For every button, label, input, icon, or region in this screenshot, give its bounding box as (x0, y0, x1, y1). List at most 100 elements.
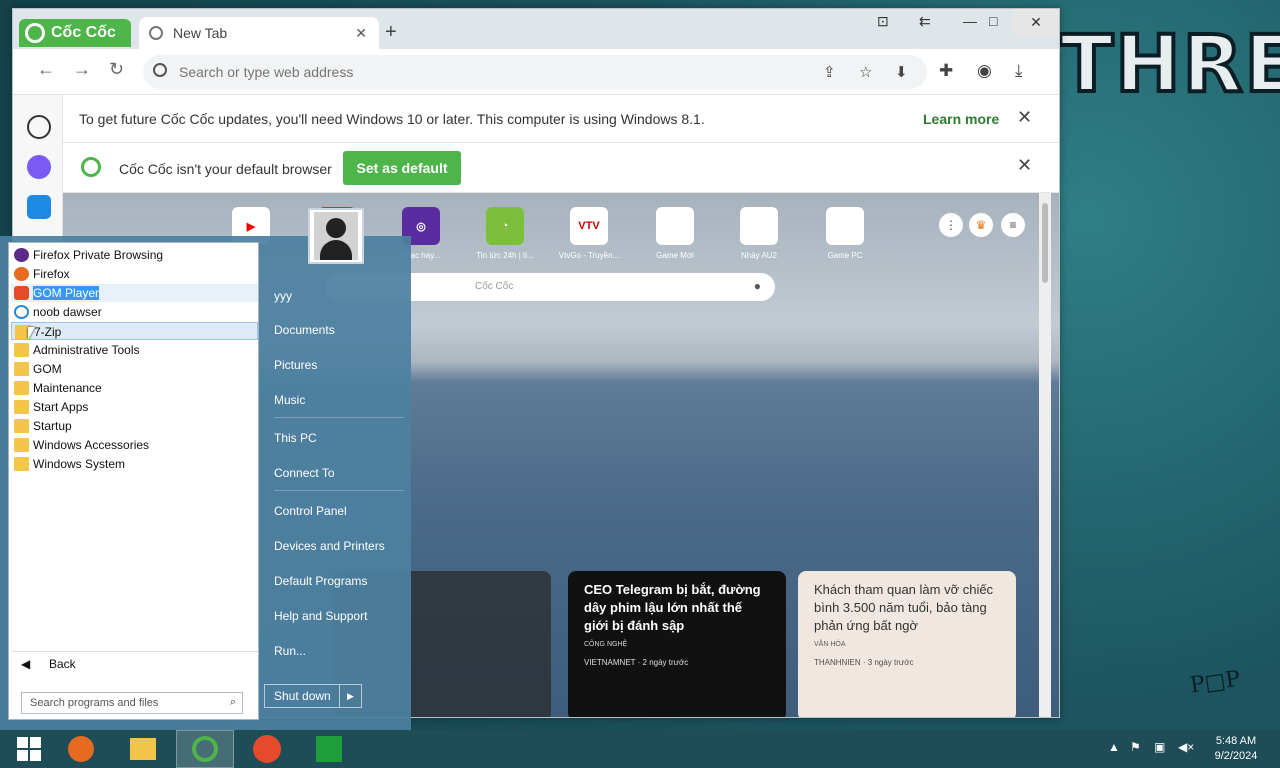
folder-icon (14, 343, 29, 357)
program-item[interactable]: Firefox Private Browsing (11, 246, 258, 264)
speed-dial-tile[interactable]: ◔ Tin tức 24h | ti... (463, 207, 547, 260)
page-icon (826, 207, 864, 245)
magnifier-icon: ⌕ (229, 696, 236, 708)
taskbar-clock[interactable]: 5:48 AM 9/2/2024 (1206, 734, 1266, 764)
bookmark-star-icon[interactable]: ☆ (859, 63, 872, 81)
back-label: Back (49, 657, 76, 671)
volume-muted-icon[interactable]: ◀× (1178, 740, 1194, 754)
program-item[interactable]: Maintenance (11, 379, 258, 397)
place-music[interactable]: Music (274, 393, 305, 407)
speed-dial-tile[interactable]: VTV VtvGo - Truyền... (547, 207, 631, 260)
news-card[interactable]: Khách tham quan làm vỡ chiếc bình 3.500 … (798, 571, 1016, 717)
scrollbar-thumb[interactable] (1042, 203, 1048, 283)
news-card[interactable]: CEO Telegram bị bắt, đường dây phim lậu … (568, 571, 786, 717)
program-item[interactable]: GOM (11, 360, 258, 378)
new-tab-button[interactable]: + (385, 21, 397, 44)
taskbar-coccoc[interactable] (176, 730, 234, 768)
back-button[interactable]: ◀ Back (11, 651, 258, 675)
program-item[interactable]: noob dawser (11, 303, 258, 321)
rewards-icon[interactable]: ♛ (969, 213, 993, 237)
program-item[interactable]: Administrative Tools (11, 341, 258, 359)
save-page-icon[interactable]: ⬇ (895, 63, 908, 81)
gom-player-icon (253, 735, 281, 763)
speed-dial-tile[interactable]: Game Mới (633, 207, 717, 260)
close-window-button[interactable]: ✕ (1013, 9, 1059, 35)
program-item[interactable]: Startup (11, 417, 258, 435)
learn-more-link[interactable]: Learn more (923, 111, 999, 127)
program-item[interactable]: Start Apps (11, 398, 258, 416)
start-button[interactable] (0, 730, 58, 768)
mouse-cursor-icon (28, 327, 35, 340)
forward-button[interactable]: → (73, 59, 91, 80)
show-hidden-icons-arrow[interactable]: ▲ (1108, 740, 1120, 754)
page-icon (656, 207, 694, 245)
reload-button[interactable]: ↻ (109, 59, 124, 80)
tab-search-icon[interactable]: ⊡ (877, 13, 889, 30)
sidebar-toggle-icon[interactable]: ⇇ (919, 13, 931, 30)
shutdown-options-arrow-icon[interactable]: ▶ (339, 685, 361, 707)
maximize-button[interactable]: □ (989, 13, 997, 29)
news-title: Khách tham quan làm vỡ chiếc bình 3.500 … (814, 582, 994, 633)
page-scrollbar[interactable] (1039, 193, 1051, 717)
set-as-default-button[interactable]: Set as default (343, 151, 461, 185)
network-icon[interactable]: ▣ (1154, 740, 1165, 754)
coccoc-logo-icon (25, 23, 45, 43)
back-button[interactable]: ← (37, 59, 55, 80)
mic-icon[interactable]: ● (754, 279, 761, 293)
customize-icon[interactable]: ≡ (1001, 213, 1025, 237)
place-control-panel[interactable]: Control Panel (274, 504, 347, 518)
action-center-flag-icon[interactable]: ⚑ (1130, 740, 1141, 754)
place-connect-to[interactable]: Connect To (274, 466, 335, 480)
history-icon[interactable] (27, 115, 51, 139)
folder-icon (14, 457, 29, 471)
apps-grid-icon[interactable]: ⋮ (939, 213, 963, 237)
start-search-input[interactable]: Search programs and files ⌕ (21, 692, 243, 714)
messenger-icon[interactable] (27, 155, 51, 179)
close-default-bar-icon[interactable]: ✕ (1017, 155, 1032, 176)
taskbar-firefox[interactable] (52, 730, 110, 768)
shutdown-button[interactable]: Shut down ▶ (264, 684, 362, 708)
clock-time: 5:48 AM (1215, 735, 1257, 747)
place-user-folder[interactable]: yyy (274, 289, 292, 303)
tab-new-tab[interactable]: New Tab ✕ (139, 17, 379, 49)
place-this-pc[interactable]: This PC (274, 431, 317, 445)
close-update-bar-icon[interactable]: ✕ (1017, 107, 1032, 128)
separator (274, 490, 404, 491)
share-icon[interactable]: ⇪ (823, 63, 836, 81)
taskbar-file-explorer[interactable] (114, 730, 172, 768)
place-run[interactable]: Run... (274, 644, 306, 658)
program-item[interactable]: GOM Player (11, 284, 258, 302)
place-documents[interactable]: Documents (274, 323, 335, 337)
programs-pane: Firefox Private Browsing Firefox GOM Pla… (8, 242, 259, 720)
place-pictures[interactable]: Pictures (274, 358, 317, 372)
zalo-icon[interactable] (27, 195, 51, 219)
toolbar: ← → ↻ ⇪ ☆ ⬇ ✚ ◉ ⤓ (13, 49, 1059, 95)
address-input[interactable] (179, 62, 779, 82)
minimize-button[interactable]: — (963, 13, 977, 29)
place-help-support[interactable]: Help and Support (274, 609, 367, 623)
program-item[interactable]: Windows System (11, 455, 258, 473)
speed-dial-tile[interactable]: Nhảy AU2 (717, 207, 801, 260)
program-item[interactable]: Windows Accessories (11, 436, 258, 454)
program-item[interactable]: 7-Zip (11, 322, 258, 340)
place-devices-printers[interactable]: Devices and Printers (274, 539, 385, 553)
downloads-icon[interactable]: ⤓ (1015, 61, 1023, 81)
start-menu: Firefox Private Browsing Firefox GOM Pla… (0, 208, 411, 730)
extensions-icon[interactable]: ✚ (939, 61, 953, 81)
profile-icon[interactable]: ◉ (977, 61, 992, 81)
start-search-placeholder: Search programs and files (30, 697, 159, 709)
news-source: VIETNAMNET · 2 ngày trước (584, 658, 689, 667)
wallpaper-signature: P□P (1188, 666, 1242, 699)
tab-close-icon[interactable]: ✕ (355, 25, 367, 42)
speed-dial-tile[interactable]: Game PC (803, 207, 887, 260)
vtv-icon: VTV (570, 207, 608, 245)
coccoc-logo-button[interactable]: Cốc Cốc (19, 19, 131, 47)
taskbar-gom-player[interactable] (238, 730, 296, 768)
user-avatar[interactable] (308, 208, 364, 264)
place-default-programs[interactable]: Default Programs (274, 574, 367, 588)
omnibox[interactable]: ⇪ ☆ ⬇ (143, 55, 927, 89)
folder-icon (14, 400, 29, 414)
wallpaper-text: THREAT (1058, 18, 1280, 112)
program-item[interactable]: Firefox (11, 265, 258, 283)
taskbar-store[interactable] (300, 730, 358, 768)
